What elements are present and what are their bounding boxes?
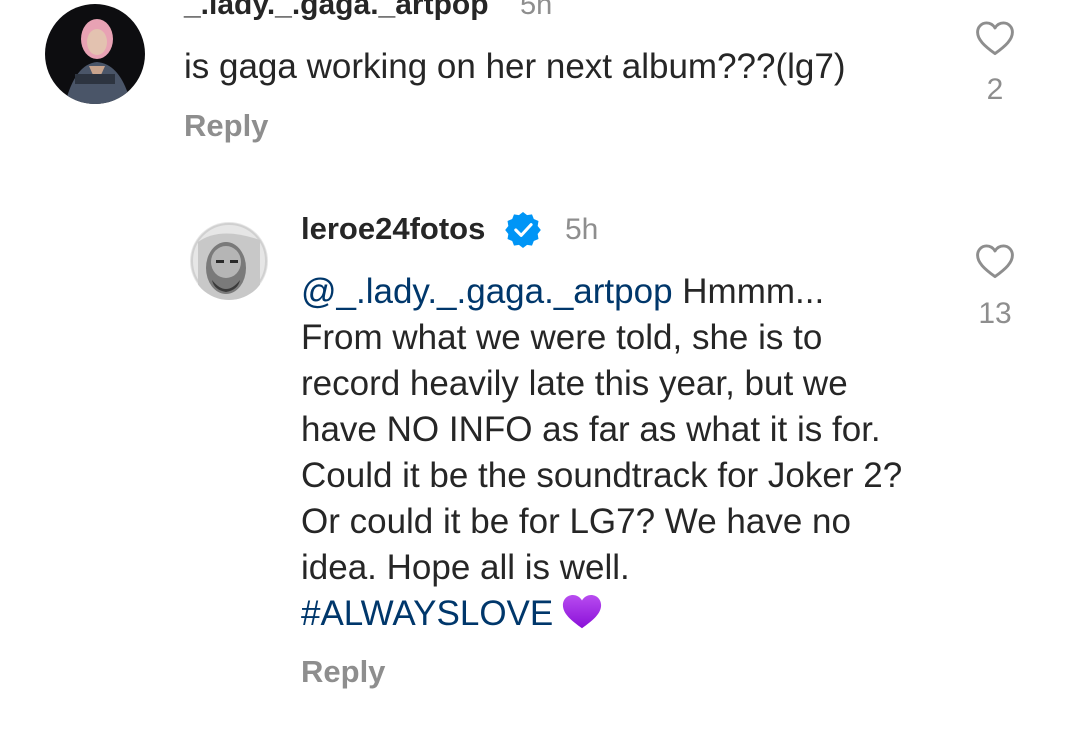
heart-outline-icon [976, 21, 1014, 56]
avatar-leroe24fotos[interactable] [190, 222, 268, 300]
comment-time: 5h [565, 213, 599, 246]
like-count: 2 [986, 73, 1004, 106]
like-button[interactable] [973, 239, 1017, 283]
heart-outline-icon [976, 244, 1014, 279]
like-count: 13 [978, 297, 1012, 330]
comment-text: @_.lady._.gaga._artpop Hmmm... From what… [301, 269, 913, 643]
verified-badge-icon [505, 212, 541, 248]
like-button[interactable] [973, 16, 1017, 60]
comment-username[interactable]: _.lady._.gaga._artpop [184, 0, 489, 22]
mention-link[interactable]: @_.lady._.gaga._artpop [301, 272, 673, 311]
purple-heart-emoji [559, 591, 605, 643]
reply-button[interactable]: Reply [184, 108, 268, 144]
hashtag-link[interactable]: #ALWAYSLOVE [301, 594, 553, 633]
comment-body: Hmmm... From what we were told, she is t… [301, 272, 903, 587]
reply-button[interactable]: Reply [301, 654, 385, 690]
comment-time: 5h [520, 0, 553, 21]
comment-username[interactable]: leroe24fotos [301, 211, 485, 247]
avatar-lady-gaga-artpop[interactable] [45, 4, 145, 104]
comment-text: is gaga working on her next album???(lg7… [184, 47, 846, 86]
